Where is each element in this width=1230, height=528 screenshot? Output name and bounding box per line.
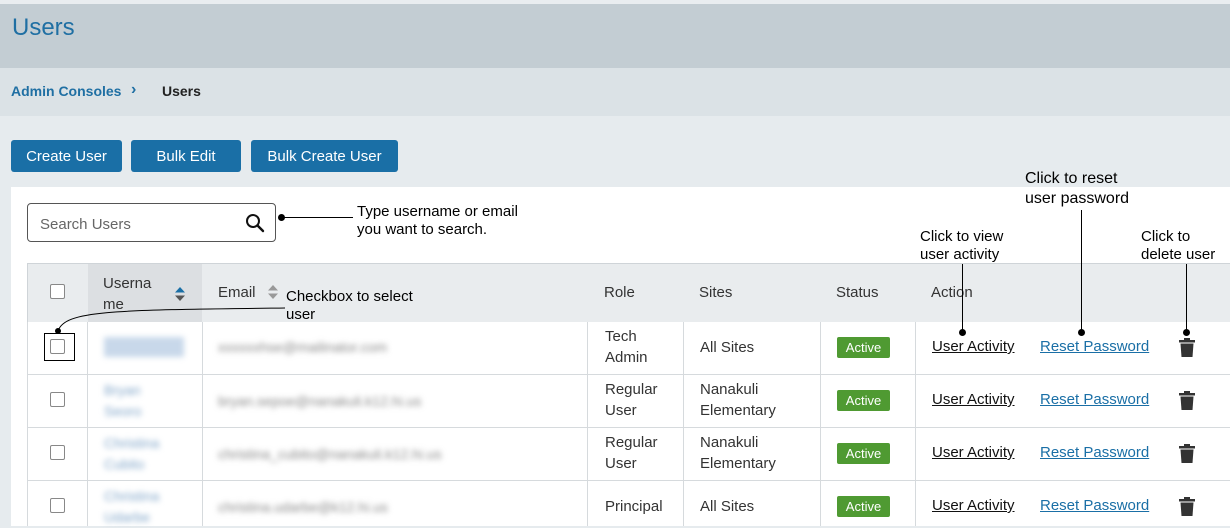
trash-icon[interactable] <box>1179 444 1195 463</box>
role-cell: Tech Admin <box>605 328 648 366</box>
search-input[interactable] <box>38 212 242 236</box>
search-box[interactable] <box>27 203 276 242</box>
delete-annotation: Click to delete user <box>1141 228 1215 264</box>
breadcrumb: Admin Consoles › Users <box>0 68 1230 116</box>
column-divider <box>87 322 88 526</box>
search-annotation: Type username or email you want to searc… <box>357 203 518 239</box>
activity-annotation-line <box>962 264 963 332</box>
status-badge: Active <box>837 390 890 411</box>
column-divider <box>202 322 203 526</box>
breadcrumb-admin-consoles[interactable]: Admin Consoles <box>11 83 121 99</box>
sites-column-header: Sites <box>699 284 733 301</box>
search-annotation-line2: you want to search. <box>357 221 488 238</box>
activity-annotation-dot <box>959 329 966 336</box>
row-checkbox[interactable] <box>50 498 65 513</box>
reset-annotation: Click to reset user password <box>1025 169 1129 209</box>
trash-icon[interactable] <box>1179 497 1195 516</box>
reset-password-link[interactable]: Reset Password <box>1040 391 1149 408</box>
checkbox-annotation-line2: user <box>286 306 316 323</box>
column-divider <box>683 322 684 526</box>
search-annotation-line <box>283 217 353 218</box>
reset-password-link[interactable]: Reset Password <box>1040 338 1149 355</box>
reset-password-link[interactable]: Reset Password <box>1040 497 1149 514</box>
email-cell: christina_cubito@nanakuli.k12.hi.us <box>218 446 442 462</box>
checkbox-annotation: Checkbox to select user <box>286 288 413 324</box>
sites-cell: All Sites <box>700 339 755 356</box>
reset-annotation-line <box>1081 210 1082 332</box>
delete-annotation-line <box>1186 264 1187 332</box>
search-annotation-dot <box>278 214 285 221</box>
search-annotation-line1: Type username or email <box>357 203 518 220</box>
username-cell[interactable]: Bryan Seoro <box>104 380 164 422</box>
chevron-right-icon: › <box>131 81 137 98</box>
email-cell: xxxxxxhse@mailinator.com <box>218 339 388 355</box>
email-cell: bryan.sepoe@nanakuli.k12.hi.us <box>218 393 422 409</box>
reset-annotation-dot <box>1078 329 1085 336</box>
role-cell: Regular User <box>605 381 658 419</box>
trash-icon[interactable] <box>1179 391 1195 410</box>
reset-annotation-line1: Click to reset <box>1025 170 1118 187</box>
checkbox-annotation-line1: Checkbox to select <box>286 288 413 305</box>
delete-annotation-line2: delete user <box>1141 246 1216 263</box>
status-column-header: Status <box>836 284 879 301</box>
row-checkbox[interactable] <box>50 392 65 407</box>
create-user-button[interactable]: Create User <box>11 140 122 172</box>
reset-annotation-line2: user password <box>1025 190 1130 207</box>
role-column-header: Role <box>604 284 635 301</box>
username-cell[interactable]: Christina Cubito <box>104 433 174 475</box>
email-cell: christina.udarbe@k12.hi.us <box>218 499 388 515</box>
page-title: Users <box>12 14 75 41</box>
status-badge: Active <box>837 443 890 464</box>
role-cell: Regular User <box>605 434 658 472</box>
bulk-edit-button[interactable]: Bulk Edit <box>131 140 241 172</box>
status-badge: Active <box>837 496 890 517</box>
sites-cell: Nanakuli Elementary <box>700 381 776 419</box>
user-activity-link[interactable]: User Activity <box>932 497 1015 514</box>
activity-annotation-line2: user activity <box>920 246 1000 263</box>
page-header: Users <box>0 0 1230 68</box>
sites-cell: Nanakuli Elementary <box>700 434 776 472</box>
select-all-checkbox[interactable] <box>50 284 65 299</box>
checkbox-annotation-arrow <box>55 307 286 334</box>
sort-icon[interactable] <box>268 285 278 299</box>
username-cell[interactable]: Christina Udarbe <box>104 486 174 528</box>
username-cell[interactable]: xxxxxx <box>104 337 184 357</box>
sort-icon[interactable] <box>175 287 185 301</box>
column-divider <box>820 322 821 526</box>
row-checkbox[interactable] <box>50 445 65 460</box>
trash-icon[interactable] <box>1179 338 1195 357</box>
delete-annotation-line1: Click to <box>1141 228 1191 245</box>
reset-password-link[interactable]: Reset Password <box>1040 444 1149 461</box>
activity-annotation: Click to view user activity <box>920 228 1003 264</box>
bulk-create-user-button[interactable]: Bulk Create User <box>251 140 398 172</box>
activity-annotation-line1: Click to view <box>920 228 1004 245</box>
column-divider <box>915 322 916 526</box>
role-cell: Principal <box>605 498 663 515</box>
breadcrumb-current: Users <box>162 83 201 99</box>
user-activity-link[interactable]: User Activity <box>932 338 1015 355</box>
row-checkbox[interactable] <box>50 339 65 354</box>
email-column-header[interactable]: Email <box>218 284 256 301</box>
column-divider <box>587 322 588 526</box>
user-activity-link[interactable]: User Activity <box>932 444 1015 461</box>
search-icon[interactable] <box>245 213 265 233</box>
user-activity-link[interactable]: User Activity <box>932 391 1015 408</box>
status-badge: Active <box>837 337 890 358</box>
action-column-header: Action <box>931 284 973 301</box>
delete-annotation-dot <box>1183 329 1190 336</box>
sites-cell: All Sites <box>700 498 755 515</box>
